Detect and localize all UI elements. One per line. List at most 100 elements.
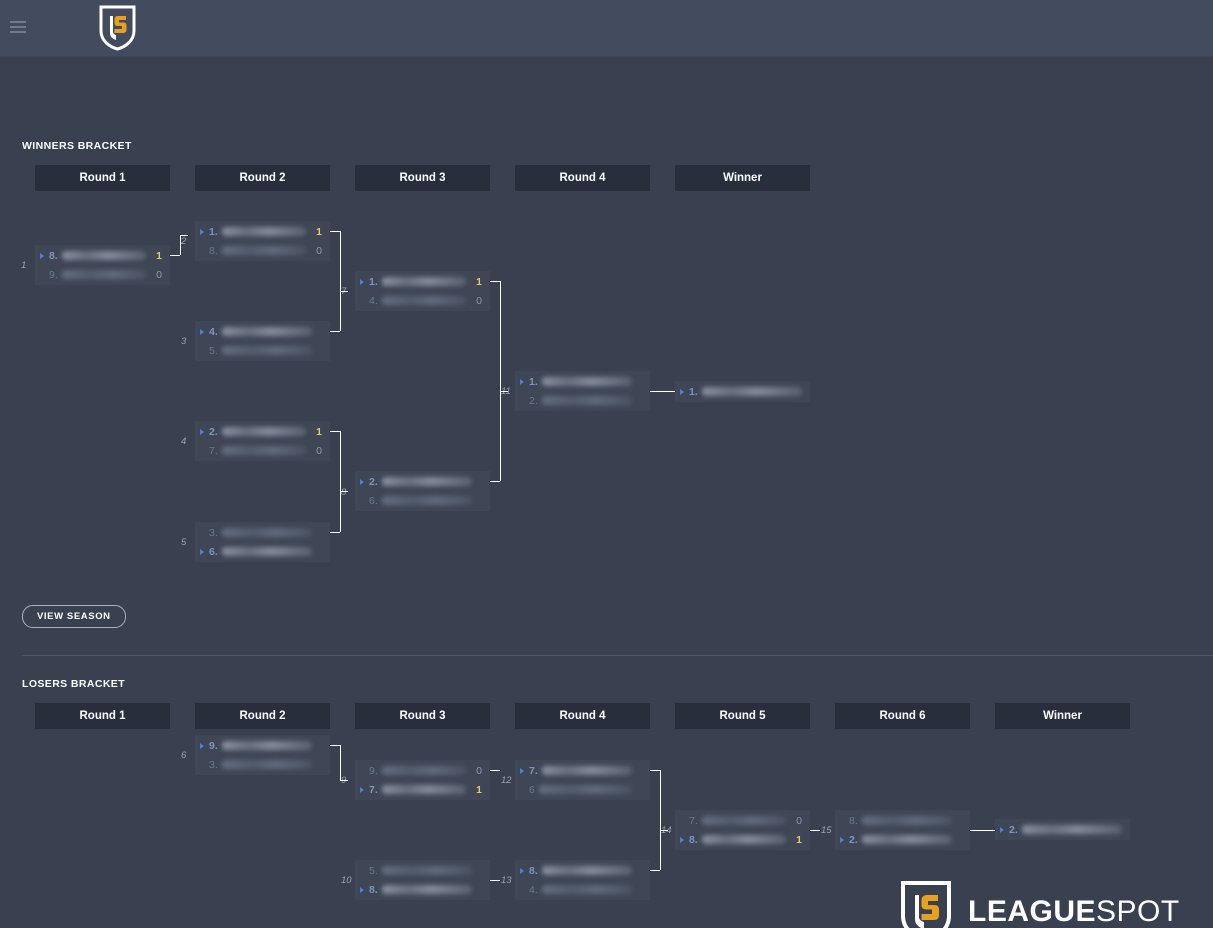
match-number: 5 — [181, 537, 187, 548]
team-name-redacted — [221, 346, 312, 355]
match-row[interactable]: 4. — [195, 322, 330, 341]
section-divider — [22, 655, 1213, 656]
view-season-button-winners[interactable]: VIEW SEASON — [22, 605, 126, 628]
losers-round-header-3: Round 3 — [355, 703, 490, 729]
match-card[interactable]: 7. 6 — [515, 760, 650, 800]
leaguespot-logo[interactable] — [99, 5, 136, 51]
bracket-connector — [340, 291, 348, 292]
winner-arrow-icon — [1000, 826, 1004, 833]
match-row[interactable]: 8. 1 — [675, 830, 810, 849]
match-row[interactable]: 6 — [515, 780, 650, 799]
match-row[interactable]: 2. 1 — [195, 422, 330, 441]
team-name-redacted — [221, 547, 312, 556]
match-card[interactable]: 7. 0 8. 1 — [675, 810, 810, 850]
losers-round-header-4: Round 4 — [515, 703, 650, 729]
match-row[interactable]: 1. 1 — [195, 222, 330, 241]
match-row[interactable]: 7. 0 — [675, 811, 810, 830]
seed-number: 7. — [529, 764, 538, 777]
seed-number: 3. — [209, 526, 218, 539]
match-row[interactable]: 1. — [675, 382, 810, 401]
score: 1 — [476, 783, 482, 796]
match-row[interactable]: 6. — [195, 542, 330, 561]
winners-round-header-1: Round 1 — [35, 165, 170, 191]
match-number: 15 — [821, 825, 832, 836]
leaguespot-shield-icon — [900, 880, 952, 928]
match-row[interactable]: 8. — [835, 811, 970, 830]
winners-round-header-4: Round 4 — [515, 165, 650, 191]
team-name-redacted — [861, 816, 952, 825]
seed-number: 8. — [369, 883, 378, 896]
match-row[interactable]: 7. 1 — [355, 780, 490, 799]
seed-number: 7. — [689, 814, 698, 827]
match-card[interactable]: 5. 8. — [355, 860, 490, 900]
match-row[interactable]: 9. 0 — [35, 265, 170, 284]
match-row[interactable]: 8. — [355, 880, 490, 899]
match-card[interactable]: 8. 4. — [515, 860, 650, 900]
seed-number: 4. — [529, 883, 538, 896]
leaguespot-footer-logo: LEAGUESPOT — [900, 880, 1180, 928]
match-row[interactable]: 8. 1 — [35, 246, 170, 265]
match-number: 8 — [341, 487, 347, 498]
match-row[interactable]: 6. — [355, 491, 490, 510]
match-card[interactable]: 8. 1 9. 0 — [35, 245, 170, 285]
match-row[interactable]: 8. 0 — [195, 241, 330, 260]
match-row[interactable]: 4. — [515, 880, 650, 899]
app-header — [0, 0, 1213, 57]
match-row[interactable]: 2. — [515, 391, 650, 410]
match-row[interactable]: 1. — [515, 372, 650, 391]
winner-arrow-icon — [520, 378, 524, 385]
match-card[interactable]: 2. 1 7. 0 — [195, 421, 330, 461]
match-row[interactable]: 4. 0 — [355, 291, 490, 310]
winner-arrow-icon — [840, 836, 844, 843]
bracket-connector — [490, 880, 500, 881]
team-name-redacted — [381, 496, 472, 505]
team-name-redacted — [541, 396, 632, 405]
team-name-redacted — [381, 766, 467, 775]
team-name-redacted — [221, 741, 312, 750]
team-name-redacted — [381, 885, 472, 894]
match-row[interactable]: 5. — [355, 861, 490, 880]
match-row[interactable]: 2. — [355, 472, 490, 491]
match-row[interactable]: 1. 1 — [355, 272, 490, 291]
match-row[interactable]: 7. 0 — [195, 441, 330, 460]
match-row[interactable]: 9. — [195, 736, 330, 755]
score: 0 — [476, 764, 482, 777]
seed-number: 4. — [369, 294, 378, 307]
winner-arrow-icon — [360, 786, 364, 793]
match-row[interactable]: 3. — [195, 523, 330, 542]
match-row[interactable]: 2. — [995, 820, 1130, 839]
seed-number: 2. — [849, 833, 858, 846]
seed-number: 7. — [369, 783, 378, 796]
winners-champion-card[interactable]: 1. — [675, 381, 810, 402]
hamburger-menu-icon[interactable] — [10, 21, 26, 33]
losers-champion-card[interactable]: 2. — [995, 819, 1130, 840]
losers-round-header-5: Round 5 — [675, 703, 810, 729]
bracket-connector — [330, 745, 340, 746]
match-card[interactable]: 1. 1 8. 0 — [195, 221, 330, 261]
match-card[interactable]: 1. 1 4. 0 — [355, 271, 490, 311]
team-name-redacted — [1021, 825, 1122, 834]
match-row[interactable]: 2. — [835, 830, 970, 849]
match-card[interactable]: 9. 3. — [195, 735, 330, 775]
bracket-connector — [650, 391, 675, 392]
winner-arrow-icon — [40, 252, 44, 259]
match-card[interactable]: 2. 6. — [355, 471, 490, 511]
bracket-connector — [500, 281, 501, 481]
match-card[interactable]: 3. 6. — [195, 522, 330, 562]
seed-number: 8. — [529, 864, 538, 877]
match-row[interactable]: 3. — [195, 755, 330, 774]
match-card[interactable]: 9. 0 7. 1 — [355, 760, 490, 800]
match-row[interactable]: 7. — [515, 761, 650, 780]
match-card[interactable]: 4. 5. — [195, 321, 330, 361]
match-row[interactable]: 8. — [515, 861, 650, 880]
match-card[interactable]: 8. 2. — [835, 810, 970, 850]
match-number: 10 — [341, 875, 352, 886]
match-row[interactable]: 9. 0 — [355, 761, 490, 780]
match-card[interactable]: 1. 2. — [515, 371, 650, 411]
team-name-redacted — [221, 327, 312, 336]
match-row[interactable]: 5. — [195, 341, 330, 360]
losers-bracket-title: LOSERS BRACKET — [22, 678, 126, 690]
match-number: 2 — [181, 236, 187, 247]
seed-number: 6. — [369, 494, 378, 507]
bracket-connector — [170, 255, 180, 256]
